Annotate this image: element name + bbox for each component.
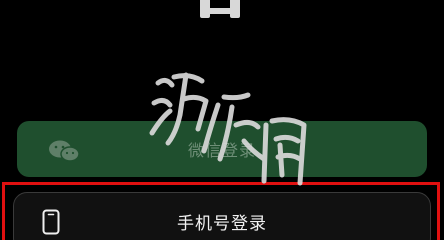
phone-login-label: 手机号登录: [177, 213, 267, 234]
login-screen: 微信登录 手机号登录: [0, 0, 444, 240]
wechat-login-label: 微信登录: [187, 141, 256, 160]
wechat-login-button[interactable]: 微信登录: [17, 121, 427, 177]
wechat-icon: [49, 140, 80, 162]
app-logo-icon: [196, 0, 244, 18]
phone-icon: [42, 209, 60, 235]
phone-login-button[interactable]: 手机号登录: [13, 192, 431, 240]
